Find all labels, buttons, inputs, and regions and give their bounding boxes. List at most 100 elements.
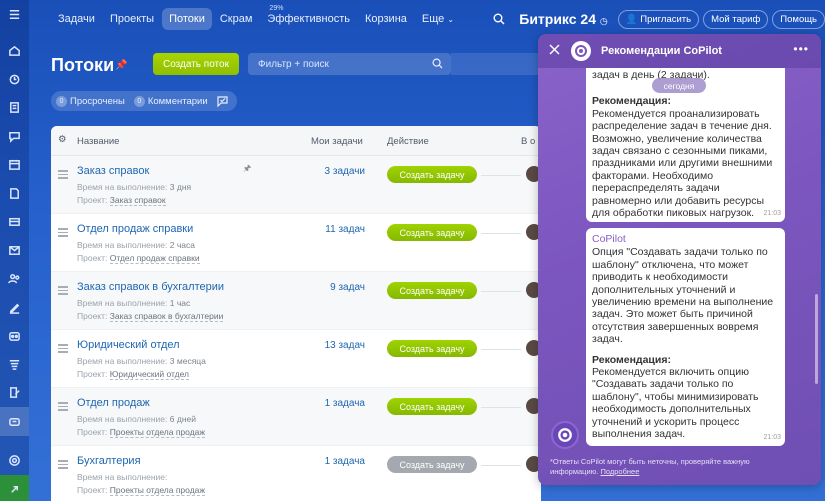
- flow-project: Проект: Заказ справок: [77, 195, 166, 206]
- create-task-button[interactable]: Создать задачу: [387, 398, 477, 415]
- drag-handle-icon[interactable]: [58, 344, 68, 353]
- flow-name[interactable]: Юридический отдел: [77, 339, 180, 351]
- more-icon[interactable]: •••: [793, 42, 809, 56]
- flows-grid: ⚙ Название Мои задачи Действие В о Заказ…: [51, 126, 541, 501]
- flow-time-value: 3 дня: [169, 182, 192, 192]
- drag-handle-icon[interactable]: [58, 402, 68, 411]
- chat-icon[interactable]: [0, 122, 29, 151]
- create-task-button[interactable]: Создать задачу: [387, 224, 477, 241]
- search-icon[interactable]: [493, 13, 505, 25]
- flow-name[interactable]: Заказ справок в бухгалтерии: [77, 281, 224, 293]
- edit-doc-icon[interactable]: [0, 379, 29, 408]
- counter-overdue[interactable]: 0 Просрочены: [56, 95, 125, 107]
- drag-handle-icon[interactable]: [58, 460, 68, 469]
- drag-handle-icon[interactable]: [58, 286, 68, 295]
- close-icon[interactable]: [549, 44, 560, 55]
- gear-icon[interactable]: ⚙: [58, 134, 67, 145]
- crm-icon[interactable]: [0, 322, 29, 351]
- my-tasks-count[interactable]: 11 задач: [321, 224, 365, 235]
- filter-search-input[interactable]: Фильтр + поиск: [248, 53, 451, 75]
- brand-logo[interactable]: Битрикс 24 ◷: [519, 11, 608, 27]
- row-divider: [481, 349, 521, 350]
- flow-time: Время на выполнение: 6 дней: [77, 414, 196, 424]
- flow-name[interactable]: Отдел продаж: [77, 397, 150, 409]
- left-sidebar: [0, 0, 29, 501]
- drag-handle-icon[interactable]: [58, 170, 68, 179]
- flow-name[interactable]: Бухгалтерия: [77, 455, 141, 467]
- counters-bar: 0 Просрочены 0 Комментарии: [51, 91, 237, 111]
- activity-icon[interactable]: [0, 65, 29, 94]
- top-bar: Задачи Проекты Потоки Скрам 29% Эффективн…: [29, 0, 825, 38]
- settings-icon[interactable]: [0, 446, 29, 475]
- search-icon[interactable]: [432, 58, 443, 69]
- flow-project-link[interactable]: Проекты отдела продаж: [109, 485, 206, 496]
- more-link[interactable]: Подробнее: [600, 467, 639, 476]
- flow-project-link[interactable]: Юридический отдел: [109, 369, 190, 380]
- table-row[interactable]: Отдел продаж справки Время на выполнение:…: [51, 214, 541, 272]
- col-name[interactable]: Название: [77, 136, 119, 147]
- panel-scrollbar[interactable]: [815, 294, 818, 384]
- nav-scrum[interactable]: Скрам: [213, 8, 260, 30]
- flow-project-link[interactable]: Отдел продаж справки: [109, 253, 200, 264]
- menu-icon[interactable]: [0, 0, 29, 29]
- message-2-heading: Рекомендация:: [592, 353, 671, 366]
- flow-project-label: Проект:: [77, 485, 108, 495]
- pin-icon[interactable]: 🖈: [243, 161, 251, 177]
- nav-projects[interactable]: Проекты: [103, 8, 161, 30]
- counter-comments[interactable]: 0 Комментарии: [133, 95, 208, 107]
- flow-project-link[interactable]: Проекты отдела продаж: [109, 427, 206, 438]
- home-icon[interactable]: [0, 37, 29, 66]
- create-task-button[interactable]: Создать задачу: [387, 340, 477, 357]
- row-divider: [481, 175, 521, 176]
- invite-button[interactable]: 👤 Пригласить: [617, 9, 700, 29]
- message-2-recommendation: Рекомендуется включить опцию "Создавать …: [592, 366, 759, 441]
- filter-stack-icon[interactable]: [0, 350, 29, 379]
- calendar-icon[interactable]: [0, 151, 29, 180]
- my-tasks-count[interactable]: 1 задача: [321, 456, 365, 467]
- mail-icon[interactable]: [0, 236, 29, 265]
- flow-project-label: Проект:: [77, 195, 108, 205]
- flow-project-link[interactable]: Заказ справок в бухгалтерии: [109, 311, 224, 322]
- nav-trash[interactable]: Корзина: [358, 8, 414, 30]
- flows-icon[interactable]: [0, 407, 29, 436]
- help-button[interactable]: Помощь: [772, 9, 825, 29]
- message-1-body: Рекомендуется проанализировать распредел…: [592, 107, 773, 220]
- flow-time-value: 2 часа: [169, 240, 196, 250]
- flow-project-link[interactable]: Заказ справок: [109, 195, 166, 206]
- my-tasks-count[interactable]: 13 задач: [321, 340, 365, 351]
- row-divider: [481, 233, 521, 234]
- flow-time-value: 1 час: [169, 298, 191, 308]
- table-row[interactable]: Заказ справок 🖈 Время на выполнение: 3 дня…: [51, 156, 541, 214]
- table-row[interactable]: Бухгалтерия Время на выполнение: Проект: …: [51, 446, 541, 501]
- create-task-button[interactable]: Создать задачу: [387, 166, 477, 183]
- read-all-icon[interactable]: [217, 95, 229, 107]
- tasks-icon[interactable]: [0, 94, 29, 123]
- drive-icon[interactable]: [0, 208, 29, 237]
- nav-more[interactable]: Еще ⌄: [415, 8, 461, 30]
- rocket-icon[interactable]: [0, 475, 29, 501]
- create-flow-button[interactable]: Создать поток: [153, 53, 239, 75]
- my-tasks-count[interactable]: 3 задачи: [321, 166, 365, 177]
- flow-time-label: Время на выполнение:: [77, 472, 168, 482]
- my-tasks-count[interactable]: 1 задача: [321, 398, 365, 409]
- col-my-tasks[interactable]: Мои задачи: [311, 136, 363, 147]
- table-row[interactable]: Юридический отдел Время на выполнение: 3 …: [51, 330, 541, 388]
- table-row[interactable]: Заказ справок в бухгалтерии Время на выпо…: [51, 272, 541, 330]
- document-icon[interactable]: [0, 179, 29, 208]
- sign-icon[interactable]: [0, 293, 29, 322]
- col-action: Действие: [387, 136, 429, 147]
- message-1-heading: Рекомендация:: [592, 95, 671, 108]
- table-row[interactable]: Отдел продаж Время на выполнение: 6 дней П…: [51, 388, 541, 446]
- nav-flows[interactable]: Потоки: [162, 8, 212, 30]
- create-task-button[interactable]: Создать задачу: [387, 282, 477, 299]
- contacts-icon[interactable]: [0, 265, 29, 294]
- flow-name[interactable]: Заказ справок: [77, 165, 149, 177]
- my-tasks-count[interactable]: 9 задач: [321, 282, 365, 293]
- drag-handle-icon[interactable]: [58, 228, 68, 237]
- tariff-button[interactable]: Мой тариф: [703, 9, 769, 29]
- nav-tasks[interactable]: Задачи: [51, 8, 102, 30]
- flow-name[interactable]: Отдел продаж справки: [77, 223, 193, 235]
- create-task-button[interactable]: Создать задачу: [387, 456, 477, 473]
- pin-icon[interactable]: 📌: [115, 60, 127, 71]
- nav-efficiency[interactable]: 29% Эффективность: [260, 5, 357, 30]
